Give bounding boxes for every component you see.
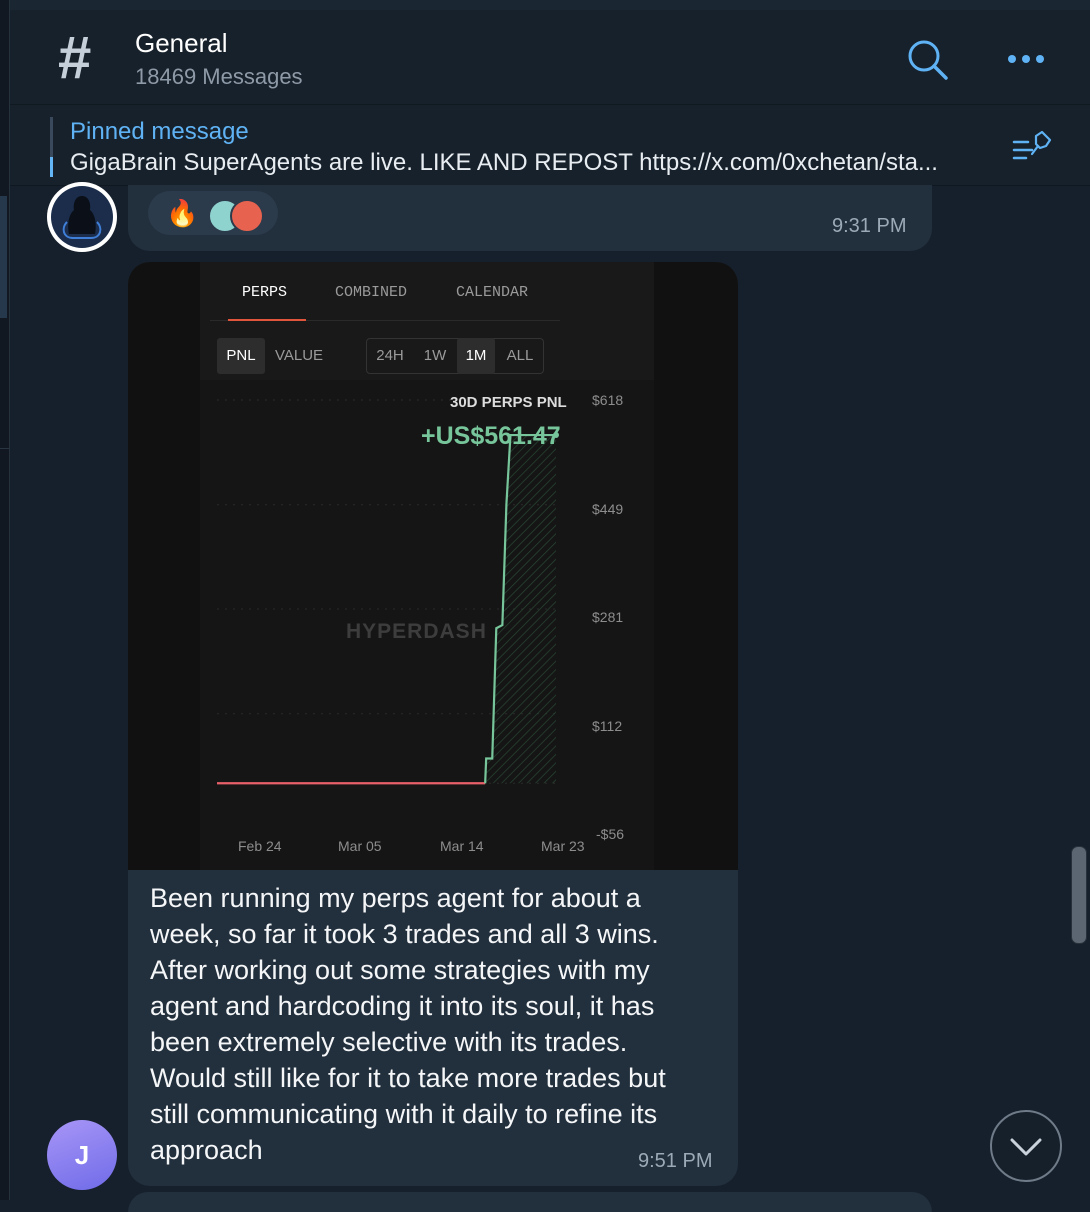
y-tick-label: -$56 [596, 826, 625, 842]
y-tick-label: $449 [592, 501, 624, 517]
hyperdash-watermark: HYPERDASH [346, 620, 487, 643]
message-bubble-reactions: 🔥 9:31 PM [128, 185, 932, 251]
pinned-text: GigaBrain SuperAgents are live. LIKE AND… [70, 149, 938, 176]
range-1m: 1M [457, 338, 495, 374]
window-top-strip [0, 0, 1090, 10]
message-time: 9:51 PM [638, 1150, 713, 1172]
chat-list-edge [0, 0, 10, 1200]
tab-calendar: CALENDAR [456, 284, 529, 301]
pinned-message-bar[interactable]: Pinned message GigaBrain SuperAgents are… [10, 105, 1090, 186]
y-tick-label: $112 [592, 718, 623, 734]
x-tick-label: Mar 14 [440, 838, 484, 854]
x-tick-label: Mar 05 [338, 838, 382, 854]
message-time: 9:31 PM [832, 215, 907, 237]
range-all: ALL [506, 347, 534, 364]
channel-title[interactable]: General [135, 28, 228, 59]
mode-pnl: PNL [217, 338, 265, 374]
avatar[interactable]: J [47, 1120, 117, 1190]
tab-combined: COMBINED [335, 284, 408, 301]
chart-value: +US$561.47 [421, 422, 561, 450]
pinned-label: Pinned message [70, 118, 249, 145]
reactions-pill[interactable]: 🔥 [148, 191, 278, 235]
range-24h: 24H [376, 347, 404, 364]
pnl-screenshot: PERPS COMBINED CALENDAR PNL VALUE 24H 1W… [200, 262, 654, 870]
chat-list-divider [0, 448, 9, 449]
avatar-figure-icon [62, 196, 102, 239]
message-image[interactable]: PERPS COMBINED CALENDAR PNL VALUE 24H 1W… [128, 262, 738, 870]
channel-hash-icon: # [58, 24, 92, 91]
mode-value: VALUE [274, 347, 324, 364]
pnl-area [485, 435, 556, 784]
reactor-avatar [230, 199, 264, 233]
search-icon[interactable] [906, 38, 950, 82]
more-icon[interactable] [1006, 48, 1046, 70]
chat-header: # General 18469 Messages [10, 10, 1090, 105]
scrollbar-thumb[interactable] [1071, 846, 1087, 944]
pinned-list-icon[interactable] [1012, 130, 1052, 164]
chat-list-selected-indicator [0, 196, 7, 318]
x-tick-label: Mar 23 [541, 838, 585, 854]
pinned-indicator [50, 117, 53, 177]
avatar[interactable] [47, 182, 117, 252]
fire-reaction[interactable]: 🔥 [166, 199, 198, 227]
next-message-bubble [128, 1192, 932, 1212]
message-count: 18469 Messages [135, 64, 303, 89]
tab-perps: PERPS [242, 284, 288, 301]
x-tick-label: Feb 24 [238, 838, 282, 854]
chart-title: 30D PERPS PNL [450, 394, 567, 411]
chevron-down-icon[interactable] [990, 1110, 1062, 1182]
y-tick-label: $618 [592, 392, 624, 408]
message-bubble: PERPS COMBINED CALENDAR PNL VALUE 24H 1W… [128, 262, 738, 1186]
range-1w: 1W [423, 347, 447, 364]
y-tick-label: $281 [592, 609, 624, 625]
message-text: Been running my perps agent for about a … [150, 883, 666, 1165]
active-tab-underline [228, 319, 306, 321]
